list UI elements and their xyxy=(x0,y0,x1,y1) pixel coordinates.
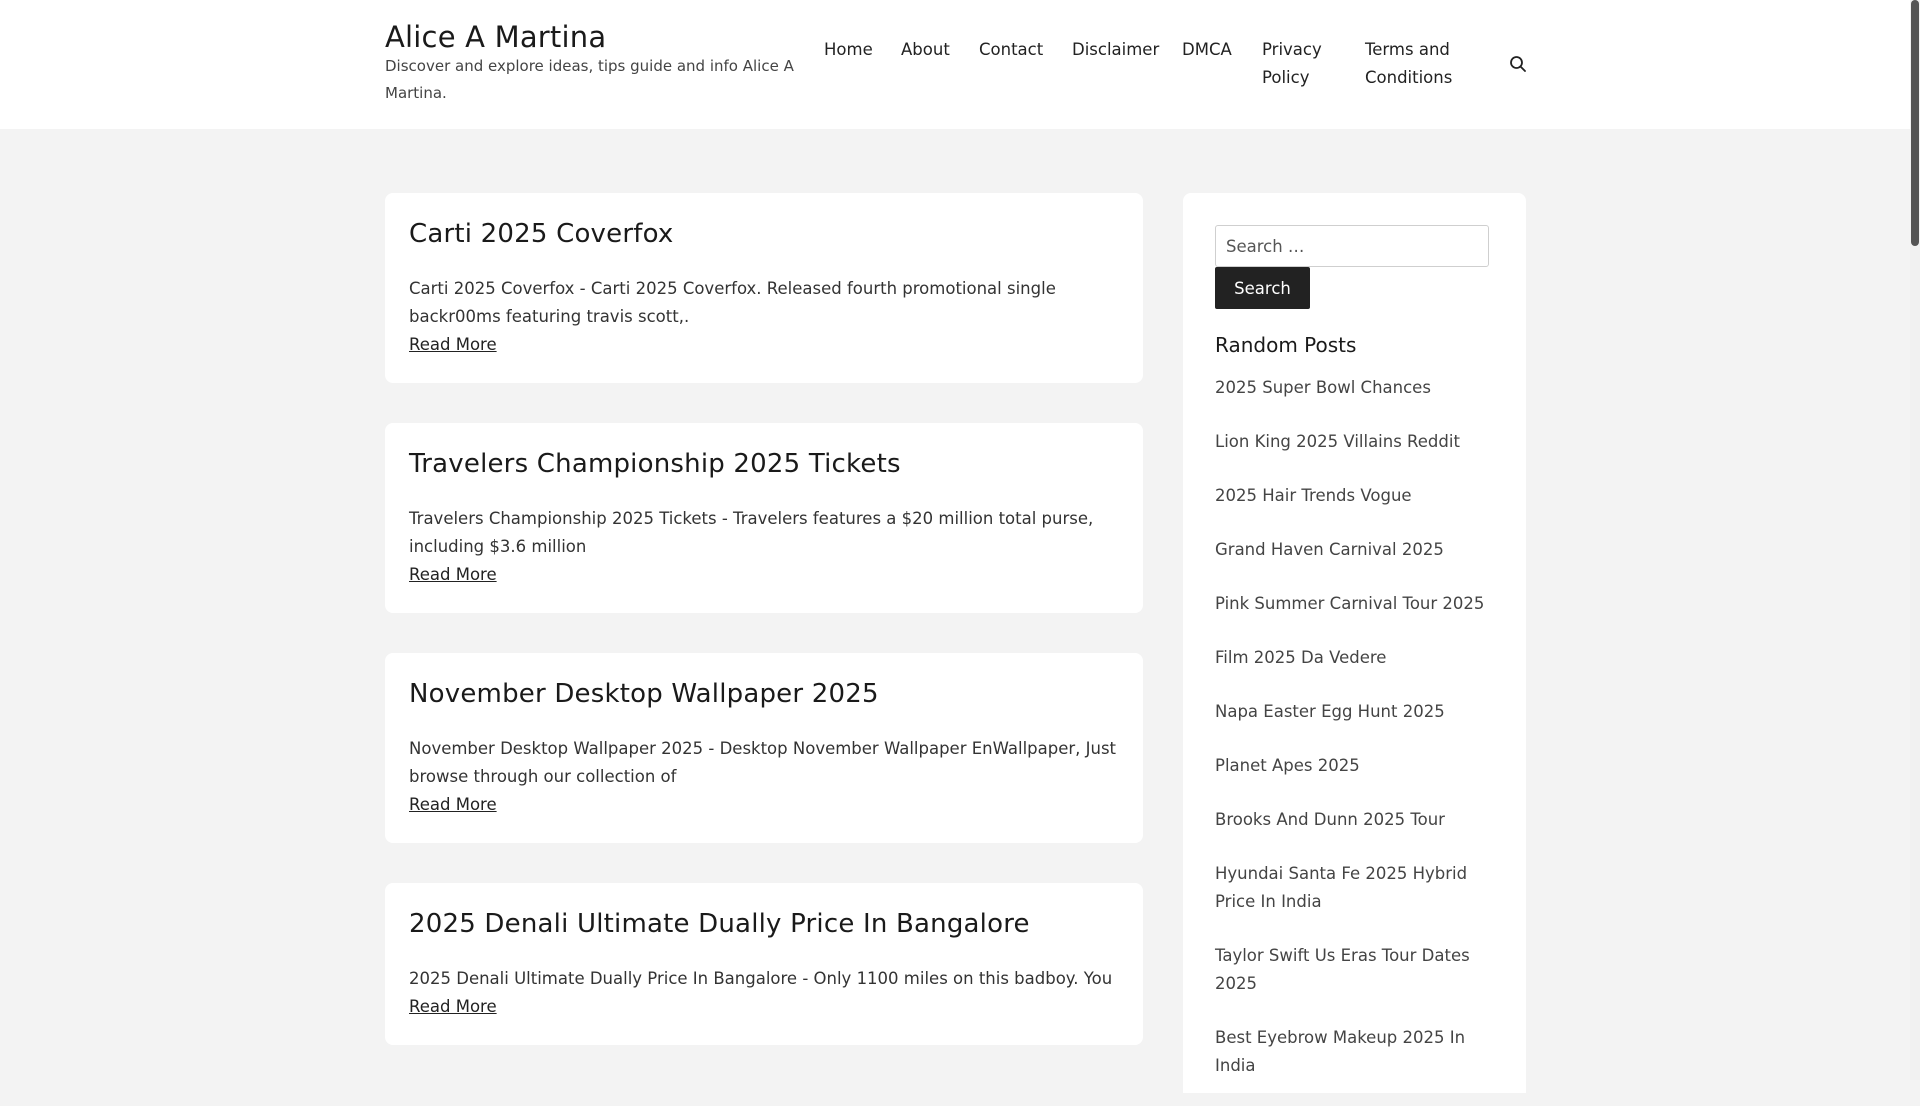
post-card: Travelers Championship 2025 Tickets Trav… xyxy=(385,423,1143,613)
sidebar: Search Random Posts 2025 Super Bowl Chan… xyxy=(1183,193,1526,1093)
site-title[interactable]: Alice A Martina xyxy=(385,20,606,54)
search-input[interactable] xyxy=(1215,225,1489,267)
nav-item-disclaimer[interactable]: Disclaimer xyxy=(1072,36,1159,64)
search-button[interactable]: Search xyxy=(1215,267,1310,309)
random-posts-list: 2025 Super Bowl Chances Lion King 2025 V… xyxy=(1215,374,1500,1106)
random-post-link[interactable]: Film 2025 Da Vedere xyxy=(1215,644,1500,672)
random-post-link[interactable]: Planet Apes 2025 xyxy=(1215,752,1500,780)
post-excerpt: Carti 2025 Coverfox - Carti 2025 Coverfo… xyxy=(409,279,1056,326)
random-posts-heading: Random Posts xyxy=(1215,333,1357,357)
site-header: Alice A Martina Discover and explore ide… xyxy=(0,0,1910,129)
post-card: Carti 2025 Coverfox Carti 2025 Coverfox … xyxy=(385,193,1143,383)
post-title[interactable]: Travelers Championship 2025 Tickets xyxy=(409,449,1119,479)
scrollbar-thumb[interactable] xyxy=(1911,0,1919,246)
random-post-link[interactable]: 2025 Super Bowl Chances xyxy=(1215,374,1500,402)
random-post-link[interactable]: Grand Haven Carnival 2025 xyxy=(1215,536,1500,564)
nav-item-privacy-policy[interactable]: Privacy Policy xyxy=(1262,36,1342,92)
read-more-link[interactable]: Read More xyxy=(409,791,497,819)
post-excerpt: Travelers Championship 2025 Tickets - Tr… xyxy=(409,509,1094,556)
random-post-link[interactable]: Hyundai Santa Fe 2025 Hybrid Price In In… xyxy=(1215,860,1500,916)
post-title[interactable]: Carti 2025 Coverfox xyxy=(409,219,1119,249)
random-post-link[interactable]: Napa Easter Egg Hunt 2025 xyxy=(1215,698,1500,726)
nav-item-about[interactable]: About xyxy=(901,36,950,64)
nav-item-terms-and-conditions[interactable]: Terms and Conditions xyxy=(1365,36,1480,92)
site-tagline: Discover and explore ideas, tips guide a… xyxy=(385,57,794,102)
read-more-link[interactable]: Read More xyxy=(409,993,497,1021)
read-more-link[interactable]: Read More xyxy=(409,561,497,589)
random-post-link[interactable]: Taylor Swift Us Eras Tour Dates 2025 xyxy=(1215,942,1500,998)
random-post-link[interactable]: 2025 Hair Trends Vogue xyxy=(1215,482,1500,510)
random-post-link[interactable]: Pink Summer Carnival Tour 2025 xyxy=(1215,590,1500,618)
scrollbar-track[interactable] xyxy=(1910,0,1920,1080)
random-post-link[interactable]: Brooks And Dunn 2025 Tour xyxy=(1215,806,1500,834)
random-post-link[interactable]: Best Eyebrow Makeup 2025 In India xyxy=(1215,1024,1500,1080)
post-card: 2025 Denali Ultimate Dually Price In Ban… xyxy=(385,883,1143,1045)
nav-item-dmca[interactable]: DMCA xyxy=(1182,36,1232,64)
post-excerpt: 2025 Denali Ultimate Dually Price In Ban… xyxy=(409,969,1113,988)
post-card: November Desktop Wallpaper 2025 November… xyxy=(385,653,1143,843)
post-title[interactable]: November Desktop Wallpaper 2025 xyxy=(409,679,1119,709)
read-more-link[interactable]: Read More xyxy=(409,331,497,359)
post-title[interactable]: 2025 Denali Ultimate Dually Price In Ban… xyxy=(409,909,1119,939)
random-post-link[interactable]: Lion King 2025 Villains Reddit xyxy=(1215,428,1500,456)
nav-item-home[interactable]: Home xyxy=(824,36,873,64)
search-icon[interactable] xyxy=(1509,55,1527,73)
post-excerpt: November Desktop Wallpaper 2025 - Deskto… xyxy=(409,739,1117,786)
nav-item-contact[interactable]: Contact xyxy=(979,36,1043,64)
